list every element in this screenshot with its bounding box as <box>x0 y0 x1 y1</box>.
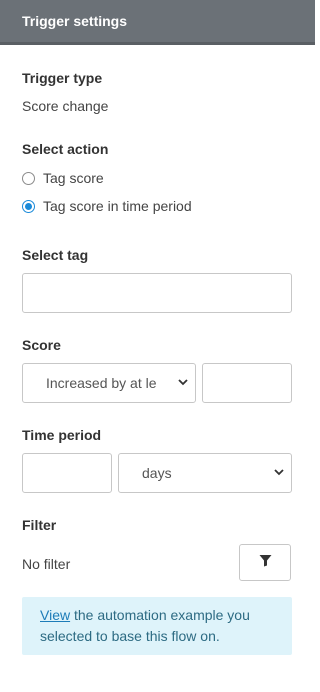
radio-label: Tag score in time period <box>43 198 192 214</box>
time-period-label: Time period <box>22 427 102 443</box>
radio-tag-score[interactable]: Tag score <box>22 169 104 187</box>
score-label: Score <box>22 337 61 353</box>
select-action-label: Select action <box>22 141 109 157</box>
radio-label: Tag score <box>43 170 104 186</box>
radio-tag-score-in-time-period[interactable]: Tag score in time period <box>22 197 192 215</box>
time-period-amount-input[interactable] <box>22 453 112 493</box>
filter-label: Filter <box>22 517 57 533</box>
info-text-line2: selected to base this flow on. <box>40 628 220 644</box>
trigger-type-label: Trigger type <box>22 70 103 86</box>
filter-value: No filter <box>22 556 71 572</box>
select-tag-label: Select tag <box>22 247 89 263</box>
time-period-unit-value: days <box>142 465 172 481</box>
automation-example-info: View the automation example you selected… <box>22 597 292 655</box>
chevron-down-icon <box>174 377 192 389</box>
radio-button-checked[interactable] <box>22 199 35 213</box>
select-tag-input[interactable] <box>22 273 292 313</box>
chevron-down-icon <box>270 467 288 479</box>
info-text-line1: the automation example you <box>70 607 250 623</box>
radio-button[interactable] <box>22 171 35 185</box>
score-operator-value: Increased by at le <box>46 375 157 391</box>
panel-title: Trigger settings <box>22 13 128 29</box>
trigger-type-value: Score change <box>22 98 109 114</box>
filter-button[interactable] <box>239 544 291 581</box>
panel-header: Trigger settings <box>0 0 315 45</box>
view-link[interactable]: View <box>40 607 70 623</box>
time-period-unit-select[interactable]: days <box>118 453 292 493</box>
score-amount-input[interactable] <box>202 363 292 403</box>
score-operator-select[interactable]: Increased by at le <box>22 363 196 403</box>
funnel-icon <box>259 554 272 572</box>
